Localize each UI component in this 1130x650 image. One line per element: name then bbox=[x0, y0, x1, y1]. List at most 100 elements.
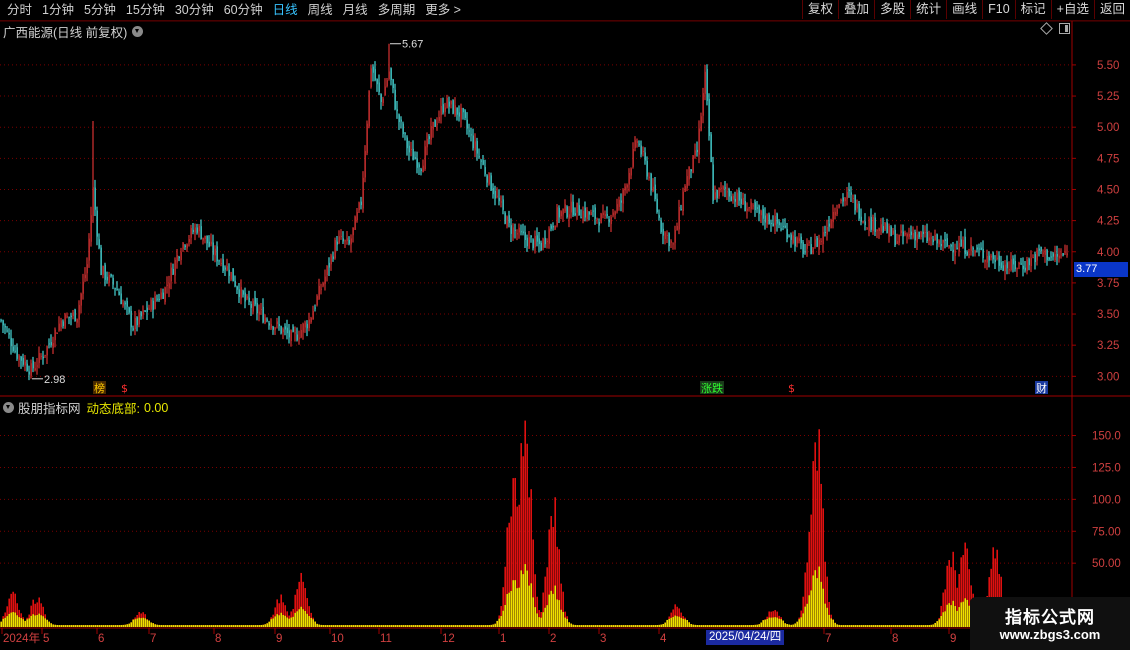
candle-body bbox=[530, 235, 532, 238]
candle-body bbox=[434, 120, 436, 127]
candle-body bbox=[884, 223, 886, 230]
indicator-bar-yellow bbox=[566, 618, 568, 627]
y-tick-label: 3.00 bbox=[1097, 371, 1119, 383]
indicator-bar-yellow bbox=[80, 625, 82, 627]
y-tick-label: 4.75 bbox=[1097, 153, 1119, 165]
indicator-bar-yellow bbox=[40, 615, 42, 627]
candle-body bbox=[866, 228, 868, 230]
candle-body bbox=[868, 218, 870, 231]
candle-body bbox=[504, 212, 506, 224]
candle-body bbox=[780, 228, 782, 230]
candle-body bbox=[0, 319, 2, 321]
indicator-bar-yellow bbox=[572, 624, 574, 627]
indicator-bar-yellow bbox=[540, 617, 542, 627]
candle-body bbox=[56, 333, 58, 335]
candle-body bbox=[730, 196, 732, 202]
indicator-bar-yellow bbox=[552, 593, 554, 627]
candle-body bbox=[790, 234, 792, 240]
indicator-bar-yellow bbox=[832, 619, 834, 627]
indicator-bar-yellow bbox=[78, 625, 80, 627]
stock-chart[interactable]: 3.00 3.25 3.50 3.75 4.00 4.25 4.50 4.75 5.00 5.25… bbox=[0, 0, 1130, 650]
indicator-bar-yellow bbox=[274, 616, 276, 627]
indicator-bar-yellow bbox=[372, 625, 374, 627]
candle-body bbox=[798, 238, 800, 241]
candle-body bbox=[572, 201, 574, 216]
indicator-bar-yellow bbox=[836, 624, 838, 627]
indicator-bar-yellow bbox=[440, 625, 442, 627]
diamond-icon[interactable] bbox=[1040, 22, 1053, 35]
candle-body bbox=[180, 252, 182, 261]
main-panel-header: 广西能源(日线 前复权) bbox=[3, 22, 144, 41]
watermark: 指标公式网 www.zbgs3.com bbox=[970, 597, 1130, 650]
indicator-bar-yellow bbox=[600, 625, 602, 627]
indicator-bar-yellow bbox=[88, 625, 90, 627]
candle-body bbox=[792, 235, 794, 243]
indicator-bar-yellow bbox=[468, 625, 470, 627]
indicator-bar-yellow bbox=[882, 625, 884, 627]
indicator-bar-yellow bbox=[830, 618, 832, 627]
indicator-bar-yellow bbox=[400, 625, 402, 627]
candle-body bbox=[400, 119, 402, 122]
candle-body bbox=[254, 297, 256, 305]
indicator-bar-yellow bbox=[394, 625, 396, 627]
indicator-bar-yellow bbox=[6, 616, 8, 627]
candle-body bbox=[872, 217, 874, 232]
candle-body bbox=[408, 145, 410, 153]
indicator-bar-yellow bbox=[684, 619, 686, 627]
indicator-bar-yellow bbox=[956, 610, 958, 627]
candle-body bbox=[404, 133, 406, 135]
candle-body bbox=[1010, 259, 1012, 270]
indicator-bar-yellow bbox=[742, 625, 744, 627]
candle-body bbox=[508, 215, 510, 223]
indicator-bar-yellow bbox=[138, 617, 140, 627]
candle-body bbox=[1060, 254, 1062, 256]
candle-body bbox=[554, 225, 556, 230]
indicator-bar-yellow bbox=[764, 619, 766, 627]
candle-body bbox=[602, 212, 604, 215]
candle-body bbox=[424, 146, 426, 170]
candle-body bbox=[816, 237, 818, 247]
candle-body bbox=[316, 296, 318, 306]
candle-body bbox=[234, 280, 236, 287]
candle-body bbox=[114, 288, 116, 290]
indicator-bar-yellow bbox=[66, 625, 68, 627]
candle-body bbox=[34, 368, 36, 371]
candle-body bbox=[430, 126, 432, 140]
window-toggle-icon[interactable] bbox=[1059, 23, 1070, 34]
indicator-bar-yellow bbox=[870, 625, 872, 627]
indicator-bar-yellow bbox=[606, 625, 608, 627]
x-tick-label: 10 bbox=[331, 633, 344, 645]
indicator-bar-yellow bbox=[806, 603, 808, 627]
candle-body bbox=[1058, 255, 1060, 259]
indicator-bar-yellow bbox=[786, 624, 788, 627]
candle-body bbox=[946, 238, 948, 246]
candle-body bbox=[646, 160, 648, 177]
indicator-bar-yellow bbox=[332, 625, 334, 627]
candle-body bbox=[978, 248, 980, 250]
candle-body bbox=[642, 150, 644, 152]
indicator-bar-yellow bbox=[584, 625, 586, 627]
x-tick-label: 12 bbox=[442, 633, 455, 645]
candle-body bbox=[1040, 247, 1042, 252]
event-marker: 涨跌 bbox=[701, 381, 723, 395]
candle-body bbox=[876, 230, 878, 232]
indicator-bar-yellow bbox=[124, 624, 126, 627]
indicator-bar-yellow bbox=[950, 605, 952, 627]
candle-body bbox=[860, 216, 862, 222]
candle-body bbox=[788, 235, 790, 237]
candle-body bbox=[342, 238, 344, 242]
indicator-bar-yellow bbox=[642, 625, 644, 627]
indicator-bar-yellow bbox=[918, 625, 920, 627]
dropdown-icon[interactable] bbox=[132, 26, 144, 37]
low-annotation: 2.98 bbox=[44, 374, 65, 386]
dropdown-icon[interactable] bbox=[3, 402, 14, 413]
indicator-bar-yellow bbox=[896, 625, 898, 627]
indicator-bar-yellow bbox=[268, 621, 270, 627]
candle-body bbox=[14, 350, 16, 352]
candle-body bbox=[158, 298, 160, 300]
indicator-bar-yellow bbox=[906, 625, 908, 627]
indicator-bar-yellow bbox=[334, 625, 336, 627]
candle-body bbox=[828, 223, 830, 227]
candle-body bbox=[206, 235, 208, 244]
indicator-bar-yellow bbox=[288, 618, 290, 627]
